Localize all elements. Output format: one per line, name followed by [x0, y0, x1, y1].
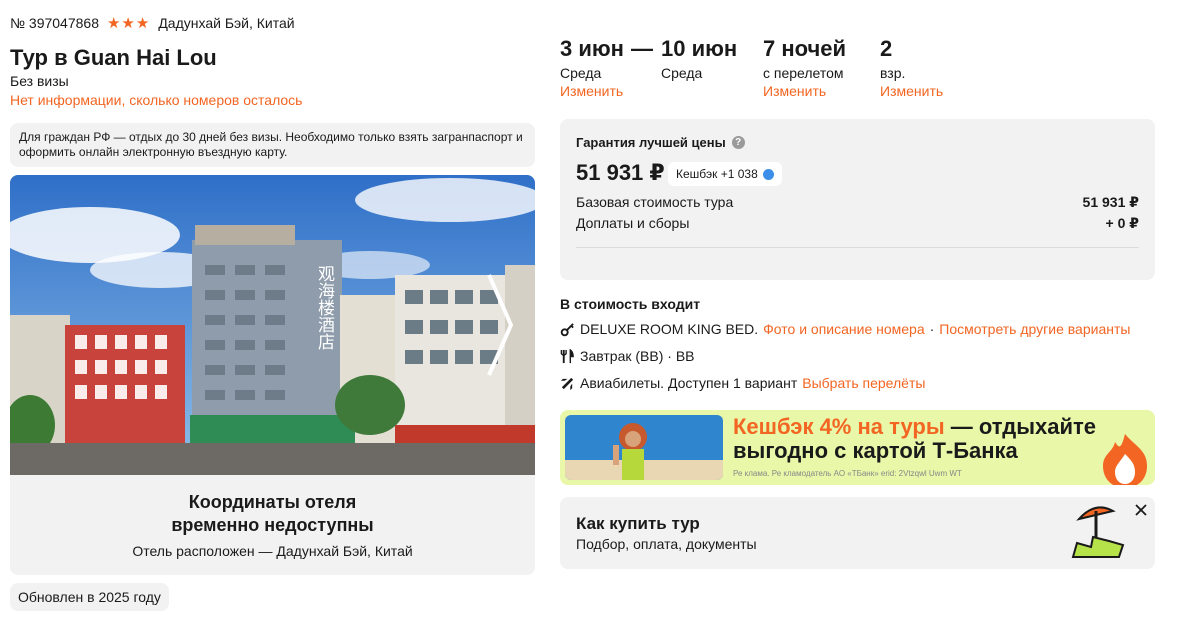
base-price-value: 51 931 ₽ — [1082, 194, 1139, 210]
photo-next-arrow-icon[interactable] — [485, 273, 515, 377]
guests: 2 взр. Изменить — [880, 36, 943, 99]
change-nights-link[interactable]: Изменить — [763, 83, 846, 99]
guests-value: 2 — [880, 36, 893, 61]
rooms-availability-note: Нет информации, сколько номеров осталось — [10, 92, 303, 108]
flights-info: Авиабилеты. Доступен 1 вариант — [580, 375, 798, 391]
date-from-value: 3 июн — [560, 36, 624, 61]
nights: 7 ночей с перелетом Изменить — [763, 36, 846, 99]
total-price: 51 931 ₽ — [576, 160, 665, 185]
tour-meta: № 397047868 ★★★ Дадунхай Бэй, Китай — [10, 14, 295, 32]
cashback-coin-icon — [762, 168, 774, 180]
date-from: 3 июн Среда Изменить — [560, 36, 624, 99]
coordinates-title-line1: Координаты отеля — [188, 492, 357, 512]
how-to-buy-title: Как купить тур — [576, 514, 700, 533]
room-details-link[interactable]: Фото и описание номера — [763, 321, 924, 337]
key-icon — [560, 322, 574, 336]
guests-note: взр. — [880, 65, 906, 81]
date-to-day: Среда — [661, 65, 703, 81]
nights-note: с перелетом — [763, 65, 844, 81]
flights-row: Авиабилеты. Доступен 1 вариант Выбрать п… — [560, 375, 925, 391]
beach-umbrella-icon — [1071, 506, 1125, 558]
visa-info-box: Для граждан РФ — отдых до 30 дней без ви… — [10, 123, 535, 167]
best-price-guarantee: Гарантия лучшей цены ? — [576, 135, 745, 150]
change-dates-link[interactable]: Изменить — [560, 83, 624, 99]
other-rooms-link[interactable]: Посмотреть другие варианты — [939, 321, 1130, 337]
coordinates-subtitle: Отель расположен — Дадунхай Бэй, Китай — [132, 543, 413, 559]
room-row: DELUXE ROOM KING BED. Фото и описание но… — [560, 321, 1130, 337]
promo-photo-woman — [565, 415, 723, 480]
room-type: DELUXE ROOM KING BED. — [580, 321, 759, 337]
nights-value: 7 ночей — [763, 36, 847, 61]
base-price-row: Базовая стоимость тура 51 931 ₽ — [576, 194, 1139, 211]
promo-accent-text: Кешбэк 4% на туры — [733, 414, 945, 439]
change-guests-link[interactable]: Изменить — [880, 83, 943, 99]
date-to-value: 10 июн — [661, 36, 738, 61]
cashback-label: Кешбэк +1 038 — [676, 167, 758, 181]
cashback-chip[interactable]: Кешбэк +1 038 — [668, 162, 782, 186]
meal-info: Завтрак (BB) · BB — [580, 348, 695, 364]
includes-title: В стоимость входит — [560, 296, 701, 312]
date-to: 10 июн Среда — [661, 36, 737, 81]
promo-image — [565, 415, 723, 480]
price-divider — [576, 247, 1139, 248]
plane-icon — [560, 377, 574, 390]
cashback-promo-banner[interactable]: Кешбэк 4% на туры — отдыхайте выгодно с … — [560, 410, 1155, 485]
hotel-photo[interactable]: 观海楼酒店 — [10, 175, 535, 475]
close-icon[interactable] — [1133, 502, 1149, 518]
extra-fees-row: Доплаты и сборы + 0 ₽ — [576, 215, 1139, 232]
coordinates-title: Координаты отеля временно недоступны — [10, 491, 535, 537]
link-separator: · — [929, 321, 935, 337]
hotel-photo-image: 观海楼酒店 — [10, 175, 535, 475]
help-icon[interactable]: ? — [731, 136, 745, 149]
hotel-signboard: 观海楼酒店 — [314, 265, 335, 350]
choose-flights-link[interactable]: Выбрать перелёты — [802, 375, 925, 391]
promo-title: Кешбэк 4% на туры — отдыхайте выгодно с … — [733, 415, 1113, 463]
price-card: Гарантия лучшей цены ? 51 931 ₽ Кешбэк +… — [560, 119, 1155, 280]
meal-row: Завтрак (BB) · BB — [560, 348, 695, 364]
extra-fees-value: + 0 ₽ — [1105, 215, 1139, 231]
tour-number: № 397047868 — [10, 15, 99, 31]
page-title: Тур в Guan Hai Lou — [10, 45, 217, 70]
hotel-coordinates-card: Координаты отеля временно недоступны Оте… — [10, 475, 535, 575]
promo-legal-text: Ре клама. Ре кламодатель АО «ТБанк» erid… — [733, 469, 962, 478]
how-to-buy-subtitle: Подбор, оплата, документы — [576, 536, 757, 552]
guarantee-label: Гарантия лучшей цены — [576, 135, 726, 150]
tour-location: Дадунхай Бэй, Китай — [158, 15, 295, 31]
visa-status: Без визы — [10, 73, 69, 89]
base-price-label: Базовая стоимость тура — [576, 194, 734, 210]
updated-badge: Обновлен в 2025 году — [10, 583, 169, 611]
how-to-buy-card[interactable]: Как купить тур Подбор, оплата, документы — [560, 497, 1155, 569]
date-from-day: Среда — [560, 65, 602, 81]
fork-knife-icon — [560, 348, 574, 363]
flame-logo-icon — [1103, 434, 1147, 485]
extra-fees-label: Доплаты и сборы — [576, 215, 690, 231]
hotel-stars: ★★★ — [106, 15, 151, 32]
coordinates-title-line2: временно недоступны — [171, 515, 374, 535]
date-dash: — — [631, 36, 653, 61]
